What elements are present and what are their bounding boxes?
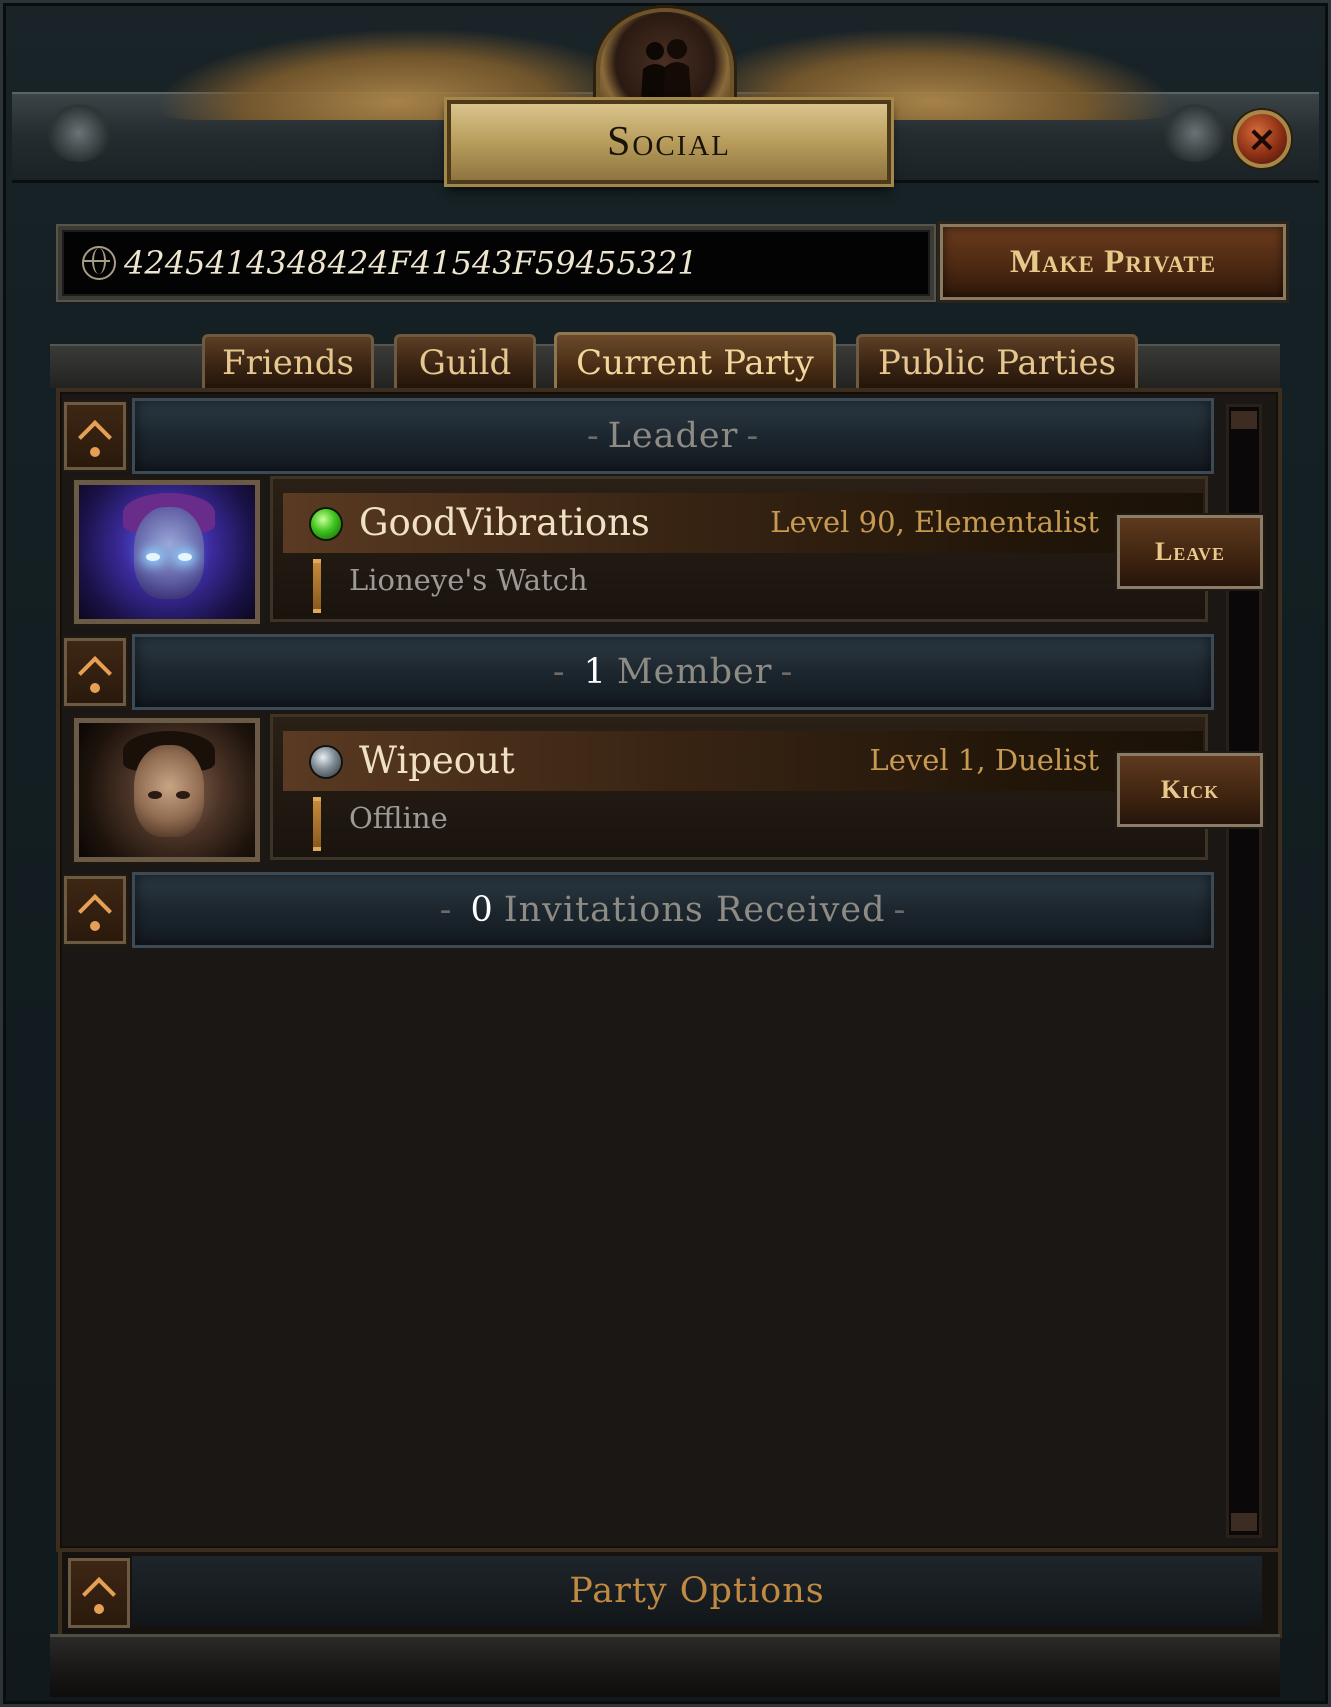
collapse-invitations-toggle[interactable] — [64, 876, 126, 944]
kick-button[interactable]: Kick — [1117, 753, 1263, 827]
members-section-bar: - 1 Member - — [132, 634, 1214, 710]
invitations-section-label: Invitations Received — [503, 890, 886, 930]
member-info: Wipeout Level 1, Duelist Offline Kick — [270, 714, 1263, 860]
leader-name: GoodVibrations — [359, 501, 650, 544]
member-row[interactable]: Wipeout Level 1, Duelist Offline Kick — [74, 714, 1263, 862]
tab-friends[interactable]: Friends — [202, 334, 374, 389]
party-options-label[interactable]: Party Options — [132, 1556, 1262, 1626]
make-private-button[interactable]: Make Private — [940, 224, 1286, 300]
leader-row[interactable]: GoodVibrations Level 90, Elementalist Li… — [74, 476, 1263, 624]
globe-icon — [82, 246, 116, 280]
collapse-members-toggle[interactable] — [64, 638, 126, 706]
window-title: Social — [607, 119, 731, 165]
leader-section-label: Leader — [607, 416, 739, 456]
avatar-eye — [146, 553, 160, 561]
tab-public-parties[interactable]: Public Parties — [856, 334, 1138, 389]
bottom-trim — [50, 1634, 1280, 1697]
scrollbar-bottom-cap — [1231, 1513, 1257, 1531]
party-id-field[interactable]: 4245414348424F41543F59455321 — [58, 226, 934, 300]
offline-status-icon — [311, 747, 341, 777]
member-zone: Offline — [349, 801, 448, 835]
chevron-up-icon — [78, 420, 112, 454]
left-scroll-ornament — [44, 104, 114, 162]
members-section-header: - 1 Member - — [62, 634, 1214, 710]
close-icon[interactable]: × — [1233, 110, 1291, 168]
invitations-count: 0 — [470, 890, 494, 930]
leader-name-strip: GoodVibrations Level 90, Elementalist — [283, 493, 1203, 553]
avatar-face — [134, 507, 204, 599]
section-dash: - — [586, 416, 600, 456]
window-title-plaque: Social — [447, 100, 891, 184]
leader-level-class: Level 90, Elementalist — [770, 505, 1099, 539]
party-id-value: 4245414348424F41543F59455321 — [124, 244, 698, 282]
leader-section-bar: - Leader - — [132, 398, 1214, 474]
member-name: Wipeout — [359, 739, 515, 782]
leave-button[interactable]: Leave — [1117, 515, 1263, 589]
avatar-eye — [148, 791, 162, 799]
right-scroll-ornament — [1160, 104, 1230, 162]
section-dash: - — [552, 652, 566, 692]
tab-guild[interactable]: Guild — [394, 334, 536, 389]
member-avatar — [74, 718, 260, 862]
section-dash: - — [893, 890, 907, 930]
leader-section-header: - Leader - — [62, 398, 1214, 474]
members-section-label: Member — [616, 652, 773, 692]
tab-current-party[interactable]: Current Party — [554, 332, 836, 391]
avatar-face — [134, 745, 204, 837]
member-name-strip: Wipeout Level 1, Duelist — [283, 731, 1203, 791]
leader-zone: Lioneye's Watch — [349, 563, 588, 597]
chevron-up-icon — [78, 894, 112, 928]
collapse-leader-toggle[interactable] — [64, 402, 126, 470]
party-options-panel: Party Options — [58, 1548, 1282, 1638]
members-count: 1 — [583, 652, 607, 692]
avatar-eye — [176, 791, 190, 799]
leader-info: GoodVibrations Level 90, Elementalist Li… — [270, 476, 1263, 622]
member-level-class: Level 1, Duelist — [869, 743, 1099, 777]
section-dash: - — [780, 652, 794, 692]
chevron-up-icon — [78, 656, 112, 690]
scrollbar-top-cap — [1231, 411, 1257, 429]
leader-avatar — [74, 480, 260, 624]
expand-party-options-toggle[interactable] — [68, 1558, 130, 1628]
chevron-up-icon — [82, 1577, 116, 1611]
zone-marker-icon — [313, 559, 321, 613]
section-dash: - — [439, 890, 453, 930]
invitations-section-header: - 0 Invitations Received - — [62, 872, 1214, 948]
avatar-eye — [178, 553, 192, 561]
online-status-icon — [311, 509, 341, 539]
invitations-section-bar: - 0 Invitations Received - — [132, 872, 1214, 948]
zone-marker-icon — [313, 797, 321, 851]
section-dash: - — [746, 416, 760, 456]
